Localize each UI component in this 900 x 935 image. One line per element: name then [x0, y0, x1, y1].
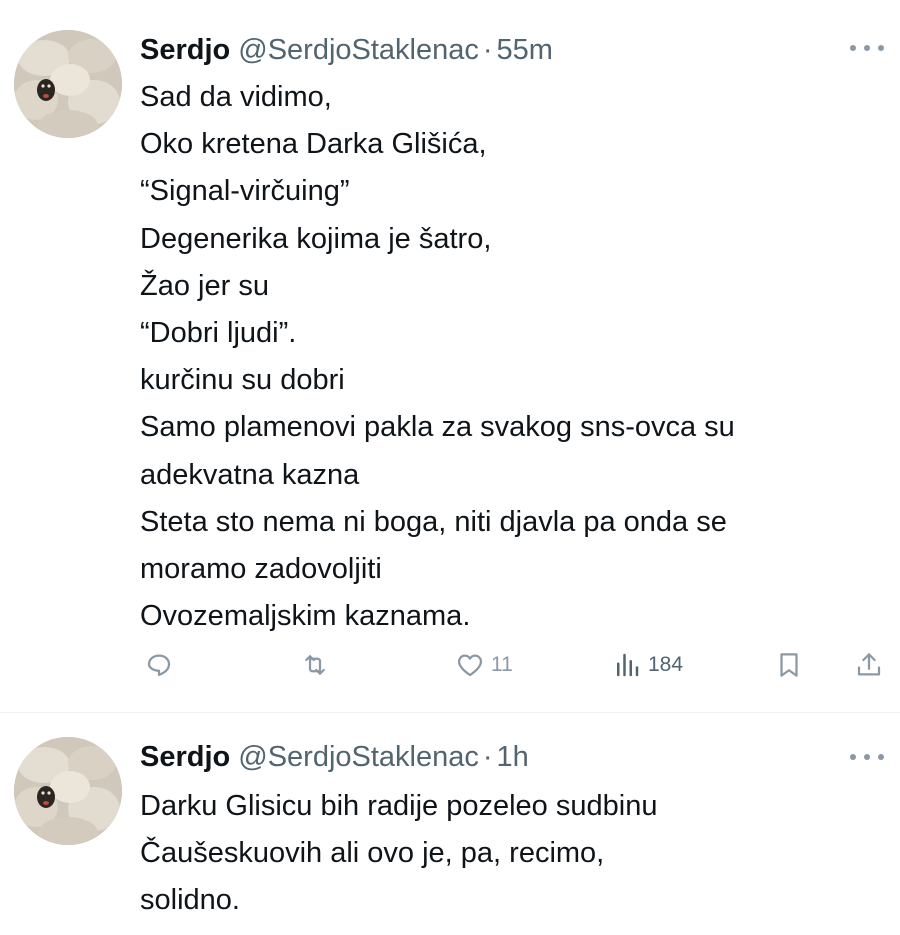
heart-icon — [457, 654, 483, 677]
author-name[interactable]: Serdjo — [140, 737, 230, 777]
more-icon[interactable] — [850, 747, 884, 767]
tweet-text-line: moramo zadovoljiti — [140, 553, 382, 586]
tweet-text-line: Sad da vidimo, — [140, 81, 332, 113]
share-icon — [857, 653, 881, 676]
author-handle[interactable]: @SerdjoStaklenac — [238, 30, 479, 70]
avatar[interactable] — [14, 30, 122, 138]
view-count: 184 — [648, 653, 684, 676]
like-button[interactable]: 11 — [455, 640, 513, 690]
tweet-text-line: kurčinu su dobri — [140, 364, 345, 397]
share-button[interactable] — [854, 640, 884, 690]
tweet-text-line: Degenerika kojima je šatro, — [140, 222, 492, 255]
timestamp[interactable]: 55m — [497, 30, 553, 70]
tweet-text-line: Darku Glisicu bih radije pozeleo sudbinu — [140, 790, 658, 822]
reply-button[interactable] — [144, 640, 174, 690]
timestamp[interactable]: 1h — [497, 737, 529, 777]
bookmark-button[interactable] — [774, 640, 804, 690]
tweet-header: Serdjo @SerdjoStaklenac · 55m — [140, 30, 553, 70]
reply-icon — [147, 654, 171, 676]
retweet-button[interactable] — [300, 640, 330, 690]
tweet-text-line: Žao jer su — [140, 269, 269, 302]
tweet[interactable]: Serdjo @SerdjoStaklenac · 55m Sad da vid… — [0, 0, 900, 712]
tweet-text-line: Samo plamenovi pakla za svakog sns-ovca … — [140, 411, 735, 444]
bookmark-icon — [780, 653, 798, 677]
tweet-text-line: adekvatna kazna — [140, 458, 360, 491]
tweet-text-line: “Dobri ljudi”. — [140, 317, 297, 350]
tweet-text-line: Steta sto nema ni boga, niti djavla pa o… — [140, 505, 727, 538]
tweet-text-line: solidno. — [140, 884, 240, 917]
like-count: 11 — [491, 653, 513, 676]
tweet-header: Serdjo @SerdjoStaklenac · 1h — [140, 737, 529, 777]
avatar-image — [14, 737, 122, 845]
avatar[interactable] — [14, 737, 122, 845]
tweet-text: Darku Glisicu bih radije pozeleo sudbinu… — [140, 783, 880, 925]
retweet-icon — [305, 655, 325, 675]
more-icon[interactable] — [850, 38, 884, 58]
views-icon — [617, 653, 639, 677]
tweet-text-line: Ovozemaljskim kaznama. — [140, 600, 471, 633]
author-name[interactable]: Serdjo — [140, 30, 230, 70]
tweet[interactable]: Serdjo @SerdjoStaklenac · 1h Darku Glisi… — [0, 713, 900, 935]
tweet-text: Sad da vidimo, Oko kretena Darka Glišića… — [140, 74, 880, 640]
views-button[interactable]: 184 — [612, 640, 683, 690]
separator-dot: · — [482, 741, 493, 773]
avatar-image — [14, 30, 122, 138]
author-handle[interactable]: @SerdjoStaklenac — [238, 737, 479, 777]
separator-dot: · — [482, 34, 493, 66]
tweet-text-line: “Signal-virčuing” — [140, 175, 350, 208]
tweet-text-line: Oko kretena Darka Glišića, — [140, 128, 487, 161]
tweet-text-line: Čaušeskuovih ali ovo je, pa, recimo, — [140, 837, 605, 870]
tweet-actions: 11 184 — [0, 640, 900, 690]
